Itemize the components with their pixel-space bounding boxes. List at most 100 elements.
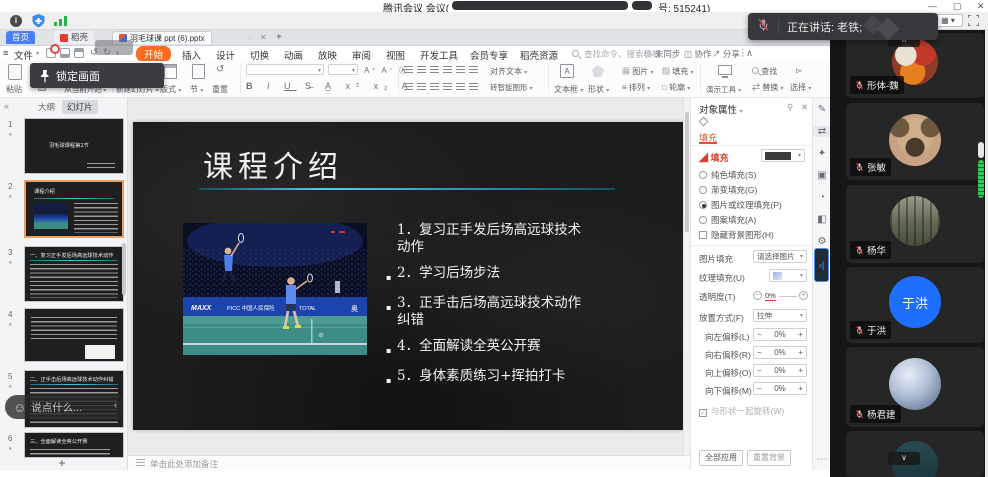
quick-chat-overlay[interactable]: ☺ 说点什么... ‹ (5, 395, 122, 419)
smart-graphic-button[interactable]: 转智能图形 ▾ (490, 82, 533, 93)
maximize-icon[interactable]: ▢ (953, 1, 962, 11)
section-icon[interactable] (192, 64, 205, 79)
select-button[interactable]: ▻ (796, 66, 802, 75)
pin-icon[interactable]: ⚲ (787, 102, 793, 113)
more-tools-icon[interactable]: ⋯ (813, 454, 831, 465)
slide-thumbnail-1[interactable]: 羽毛球课程第2节 (24, 118, 124, 174)
transparency-slider[interactable] (779, 296, 797, 297)
settings-icon[interactable]: ⚙ (813, 236, 831, 247)
shield-icon[interactable] (32, 14, 45, 28)
menu-animation[interactable]: 动画 (284, 48, 303, 62)
file-caret-icon[interactable]: ▾ (36, 50, 39, 57)
canvas-scrollbar[interactable] (683, 98, 690, 455)
paste-button[interactable]: 粘贴 (6, 84, 22, 95)
file-menu[interactable]: 文件 (14, 48, 33, 62)
cloud-sync-icon[interactable]: ☁ 未同步 (644, 48, 680, 60)
section-button[interactable]: 节 ▾ (190, 84, 203, 95)
menu-slideshow[interactable]: 放映 (318, 48, 337, 62)
arrange-button[interactable]: ≡ 排列 ▾ (622, 82, 650, 93)
slide-title[interactable]: 课程介绍 (203, 142, 343, 186)
shape-button[interactable]: 形状 ▾ (588, 84, 609, 95)
new-tab-icon[interactable]: + (276, 32, 282, 43)
texture-fill-select[interactable]: ▾ (769, 269, 807, 282)
present-tools-button[interactable]: 演示工具 ▾ (706, 84, 741, 95)
align-text-button[interactable]: 对齐文本 ▾ (490, 66, 527, 77)
text-box-icon[interactable]: A (560, 64, 574, 78)
panel-scrollbar[interactable] (122, 243, 126, 295)
replace-button[interactable]: ⇄ 替换 ▾ (752, 82, 783, 93)
transparency-minus-icon[interactable]: − (753, 291, 762, 300)
apply-all-button[interactable]: 全部应用 (699, 450, 743, 466)
shape-icon[interactable] (592, 65, 604, 77)
paste-icon[interactable] (8, 64, 22, 80)
reset-icon[interactable]: ↺ (216, 64, 224, 75)
menu-insert[interactable]: 插入 (182, 48, 201, 62)
chat-input-placeholder[interactable]: 说点什么... (31, 400, 82, 415)
offset-down-stepper[interactable]: −0%+ (753, 382, 807, 395)
placement-select[interactable]: 拉伸▾ (753, 309, 807, 322)
reset-button[interactable]: 重置 (212, 84, 228, 95)
tab-close-icon[interactable]: ✕ (260, 33, 267, 42)
font-family-select[interactable]: ▾ (246, 64, 324, 75)
radio-solid-fill[interactable]: 纯色填充(S) (699, 169, 756, 181)
fill-button[interactable]: ▨ 填充 ▾ (662, 66, 693, 77)
menu-start[interactable]: 开始 (136, 46, 171, 62)
share-button[interactable]: ↗ 分享 (712, 48, 740, 60)
outline-button[interactable]: □ 轮廓 ▾ (662, 82, 690, 93)
find-button[interactable]: 查找 (752, 66, 777, 77)
history-icon[interactable]: ◔ (813, 192, 831, 203)
menu-docer-res[interactable]: 稻壳资源 (520, 48, 558, 62)
menu-transition[interactable]: 切换 (250, 48, 269, 62)
network-signal-icon[interactable] (54, 16, 68, 26)
offset-left-stepper[interactable]: −0%+ (753, 328, 807, 341)
select-button-label[interactable]: 选择 ▾ (790, 82, 811, 93)
offset-up-stepper[interactable]: −0%+ (753, 364, 807, 377)
menu-design[interactable]: 设计 (216, 48, 235, 62)
fill-section-header[interactable]: ◢ 填充 (699, 151, 729, 164)
tab-sync-icon[interactable]: ◌ (248, 33, 253, 42)
add-slide-button[interactable]: + (52, 456, 72, 469)
radio-pattern-fill[interactable]: 图案填充(A) (699, 214, 756, 226)
layout-icon[interactable] (164, 64, 177, 79)
radio-gradient-fill[interactable]: 渐变填充(G) (699, 184, 757, 196)
menu-review[interactable]: 审阅 (352, 48, 371, 62)
slide-thumbnail-6[interactable]: 三、全面解读全英公开赛 (24, 432, 124, 458)
scroll-down-button[interactable]: ∨ (888, 452, 920, 465)
output-icon[interactable] (60, 48, 70, 58)
font-grow-shrink-icons[interactable]: A⁺ A⁻ Ⓐ (364, 65, 409, 76)
hamburger-icon[interactable]: ≡ (3, 48, 9, 59)
effects-icon[interactable]: ✦ (813, 148, 831, 159)
radio-picture-fill[interactable]: 图片或纹理填充(P) (699, 199, 782, 211)
backup-icon[interactable]: ◧ (813, 214, 831, 225)
slide-thumbnail-3[interactable]: 一、复习正手发后场高远球技术动作 (24, 246, 124, 302)
object-properties-icon[interactable]: ⇄ (813, 126, 831, 137)
text-box-button[interactable]: 文本框 ▾ (554, 84, 583, 95)
lock-screen-tooltip[interactable]: 锁定画面 (30, 63, 164, 88)
collapse-ribbon-icon[interactable]: ∧ (746, 48, 753, 59)
list-bullet-icons[interactable] (404, 66, 482, 76)
emoji-icon[interactable]: ☺ (13, 400, 26, 415)
collapse-chat-icon[interactable]: ‹ (109, 395, 122, 419)
tab-slides[interactable]: 幻灯片 (62, 100, 98, 114)
align-icons[interactable] (404, 83, 482, 93)
participant-tile[interactable]: 杨君建 (846, 347, 984, 427)
tab-outline[interactable]: 大纲 (38, 101, 55, 113)
toolbar-drag-overlay[interactable] (95, 40, 133, 55)
collapse-panel-icon[interactable]: « (4, 101, 9, 111)
participant-tile[interactable]: 于洪 于洪 (846, 267, 984, 343)
layers-icon[interactable]: ▣ (813, 170, 831, 181)
slide-thumbnail-4[interactable] (24, 308, 124, 362)
slide-bullet-list[interactable]: 1．复习正手发后场高远球技术动作 ▪2．学习后场步法 ▪3．正手击后场高远球技术… (386, 222, 588, 398)
format-brush-icon[interactable]: ✎ (813, 104, 831, 115)
participant-tile[interactable]: 张敏 (846, 103, 984, 180)
menu-member[interactable]: 会员专享 (470, 48, 508, 62)
picture-button[interactable]: ▦ 图片 ▾ (622, 66, 653, 77)
tab-docer[interactable]: 稻壳 (54, 31, 94, 44)
tab-home[interactable]: 首页 (6, 31, 35, 44)
transparency-plus-icon[interactable]: + (799, 291, 808, 300)
offset-right-stepper[interactable]: −0%+ (753, 346, 807, 359)
picture-fill-select[interactable]: 请选择图片▾ (753, 250, 807, 263)
font-style-icons[interactable]: B I U S̶ A̲ x² x₂ A (246, 81, 414, 91)
participant-scrollbar[interactable] (978, 142, 984, 158)
close-panel-icon[interactable]: ✕ (801, 102, 808, 113)
